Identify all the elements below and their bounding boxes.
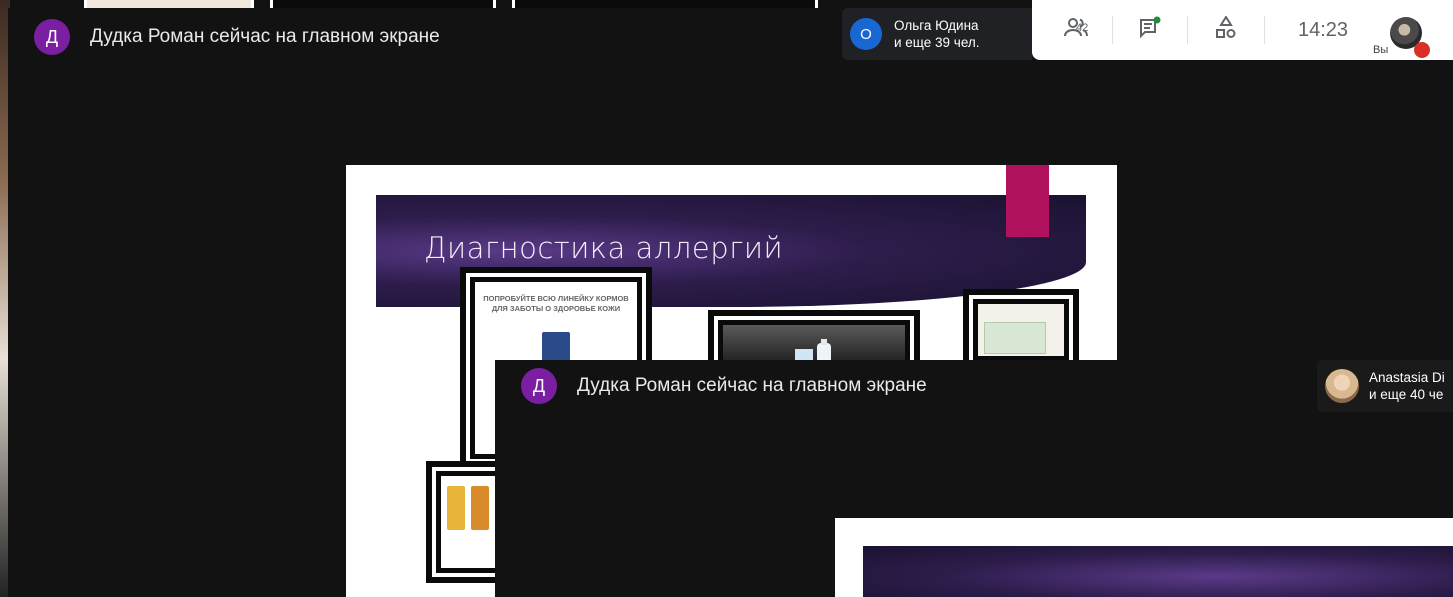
chat-button[interactable] [1128,0,1172,60]
mic-off-icon [1414,42,1430,58]
participant-more: и еще 39 чел. [894,35,980,50]
participants-summary[interactable]: О Ольга Юдина и еще 39 чел. [842,8,1032,60]
nested-participants-summary: Anastasia Di и еще 40 че [1317,360,1453,412]
nested-screen-share: Д Дудка Роман сейчас на главном экране A… [495,360,1453,597]
nested-presenter-avatar: Д [521,368,557,404]
nested-participant-name: Anastasia Di [1369,370,1445,385]
test-kit-label [984,322,1046,354]
people-button[interactable]: 42 [1048,0,1106,60]
nested-presentation-slide [835,518,1453,597]
nested-presenter-banner: Д Дудка Роман сейчас на главном экране [521,368,927,404]
presenter-banner-text: Дудка Роман сейчас на главном экране [90,26,440,47]
nested-presenter-banner-text: Дудка Роман сейчас на главном экране [577,375,927,396]
presenter-banner: Д Дудка Роман сейчас на главном экране [34,19,440,55]
clock: 14:23 [1278,0,1368,60]
slide-accent-bar [1006,165,1049,237]
participant-avatar: О [850,18,882,50]
product-pack [447,486,465,530]
activities-icon [1215,14,1237,45]
toolbar-divider [1264,16,1265,44]
presenter-avatar: Д [34,19,70,55]
activities-button[interactable] [1204,0,1248,60]
product-pack [471,486,489,530]
clock-time: 14:23 [1297,18,1349,41]
chat-icon [1138,16,1162,45]
product-caption: ПОПРОБУЙТЕ ВСЮ ЛИНЕЙКУ КОРМОВ ДЛЯ ЗАБОТЫ… [483,294,629,313]
slide-title: Диагностика аллергий [424,231,784,265]
meeting-toolbar: 42 14:23 Вы [1032,0,1453,60]
nested-participant-avatar [1325,369,1359,403]
toolbar-divider [1112,16,1113,44]
self-label: Вы [1373,44,1389,56]
toolbar-divider [1187,16,1188,44]
participant-name: Ольга Юдина [894,18,979,33]
self-tile[interactable]: Вы [1366,0,1453,60]
nested-participant-more: и еще 40 че [1369,387,1444,402]
slide-product-image [963,289,1079,371]
people-count: 42 [1076,22,1089,34]
nested-slide-banner [863,546,1453,597]
